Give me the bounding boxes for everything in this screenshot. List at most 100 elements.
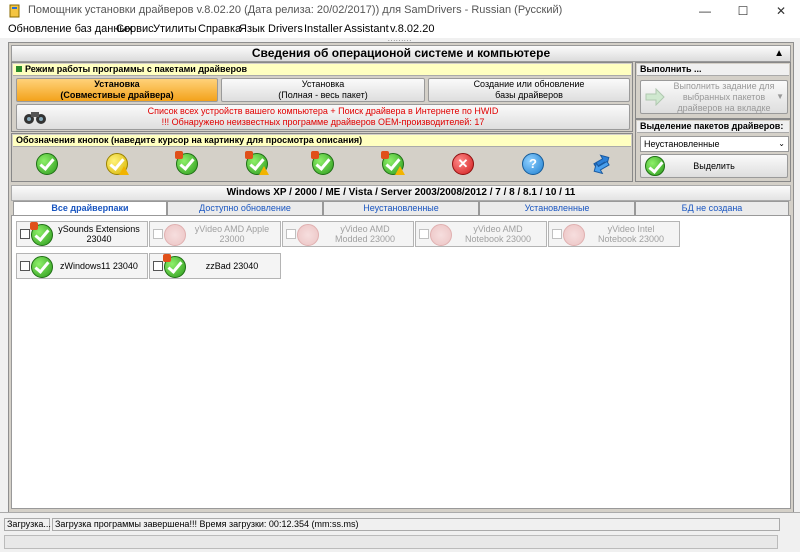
driver-checkbox[interactable] [552,229,562,239]
close-button[interactable]: ✕ [762,0,800,22]
select-packs-title: Выделение пакетов драйверов: [637,121,789,133]
new-badge-icon [30,222,38,230]
check-icon [645,156,665,176]
menu-bar: Обновление баз данных Сервис Утилиты Спр… [0,22,800,38]
driver-checkbox[interactable] [20,261,30,271]
select-button-label: Выделить [693,160,735,171]
execute-title: Выполнить ... [637,64,789,76]
driver-item[interactable]: zWindows11 23040 [16,253,148,279]
driverpacks-tabs: Windows XP / 2000 / ME / Vista / Server … [11,185,791,510]
os-header: Windows XP / 2000 / ME / Vista / Server … [11,185,791,201]
menu-language[interactable]: Язык [239,23,265,35]
execute-panel: Выполнить ... Выполнить задание для выбр… [635,62,791,119]
bullet-icon [16,66,22,72]
window-title: Помощник установки драйверов v.8.02.20 (… [28,4,563,16]
select-packs-panel: Выделение пакетов драйверов: Неустановле… [635,119,791,182]
new-badge-icon [245,151,253,159]
menu-drivers[interactable]: Drivers [268,23,303,35]
driver-checkbox[interactable] [153,229,163,239]
main-panel: Сведения об операционой системе и компью… [8,42,794,514]
driver-item[interactable]: yVideo Intel Notebook 23000 [548,221,680,247]
status-bar: Загрузка... Загрузка программы завершена… [0,512,800,552]
tab-all-driverpacks[interactable]: Все драйверпаки [13,201,167,216]
check-new-icon [163,254,186,278]
warning-icon [259,166,269,175]
error-icon [430,224,452,246]
driver-checkbox[interactable] [286,229,296,239]
horizontal-scrollbar[interactable] [4,535,778,549]
tab-content: ySounds Extensions 23040 yVideo AMD Appl… [11,215,791,509]
menu-help[interactable]: Справка [198,23,241,35]
arrow-right-icon [645,88,665,106]
app-window: Помощник установки драйверов v.8.02.20 (… [0,0,800,552]
legend-title: Обозначения кнопок (наведите курсор на к… [13,135,631,147]
system-info-title: Сведения об операционой системе и компью… [251,46,551,60]
select-packs-dropdown-value: Неустановленные [644,139,720,149]
legend-check-new-icon[interactable] [175,151,198,175]
driver-item[interactable]: yVideo AMD Notebook 23000 [415,221,547,247]
driver-label: yVideo Intel Notebook 23000 [597,224,665,244]
tab-not-installed[interactable]: Неустановленные [323,201,479,215]
mode-title-text: Режим работы программы с пакетами драйве… [25,64,247,74]
menu-utilities[interactable]: Утилиты [153,23,197,35]
driver-checkbox[interactable] [153,261,163,271]
error-icon [297,224,319,246]
tab-update-available[interactable]: Доступно обновление [167,201,323,215]
legend-panel: Обозначения кнопок (наведите курсор на к… [11,133,633,182]
status-left: Загрузка... [4,518,51,531]
warning-icon [395,166,405,175]
check-icon [31,256,53,278]
status-message: Загрузка программы завершена!!! Время за… [52,518,780,531]
legend-check-new-warning-icon-2[interactable] [381,151,405,175]
system-info-header[interactable]: Сведения об операционой системе и компью… [11,45,791,62]
mode-panel-title: Режим работы программы с пакетами драйве… [13,64,631,76]
collapse-arrow-icon[interactable]: ▲ [774,46,784,61]
driver-label: yVideo AMD Notebook 23000 [464,224,532,244]
execute-task-button[interactable]: Выполнить задание для выбранных пакетов … [640,80,788,114]
error-icon [563,224,585,246]
menu-assistant[interactable]: Assistant [344,23,389,35]
tab-installed[interactable]: Установленные [479,201,635,215]
driver-item[interactable]: yVideo AMD Apple 23000 [149,221,281,247]
new-badge-icon [175,151,183,159]
chevron-down-icon: ⌄ [778,139,785,148]
driver-checkbox[interactable] [20,229,30,239]
legend-check-new-warning-icon[interactable] [245,151,269,175]
driver-item[interactable]: yVideo AMD Modded 23000 [282,221,414,247]
menu-update-db[interactable]: Обновление баз данных [8,23,133,35]
binoculars-icon [24,112,46,124]
chevron-down-icon: ▼ [776,92,784,101]
legend-check-warning-icon[interactable] [106,153,129,175]
legend-check-icon[interactable] [36,153,58,175]
menu-version[interactable]: v.8.02.20 [390,23,434,35]
check-new-icon [30,222,53,246]
app-icon [9,4,20,18]
legend-refresh-icon[interactable] [590,152,612,174]
warning-icon [119,166,129,175]
driver-checkbox[interactable] [419,229,429,239]
new-badge-icon [311,151,319,159]
driver-item[interactable]: zzBad 23040 [149,253,281,279]
driver-item[interactable]: ySounds Extensions 23040 [16,221,148,247]
select-packs-dropdown[interactable]: Неустановленные ⌄ [640,136,789,152]
tab-db-not-created[interactable]: БД не создана [635,201,789,215]
device-list-line1: Список всех устройств вашего компьютера … [147,106,499,116]
error-icon [164,224,186,246]
minimize-button[interactable]: — [686,0,724,22]
mode-install-compatible-button[interactable]: Установка (Совместивые драйвера) [16,78,218,102]
legend-help-icon[interactable]: ? [522,153,544,175]
device-list-line2: !!! Обнаружено неизвестных программе дра… [161,117,485,127]
menu-service[interactable]: Сервис [116,23,154,35]
title-bar: Помощник установки драйверов v.8.02.20 (… [0,0,800,22]
mode-panel: Режим работы программы с пакетами драйве… [11,62,633,132]
mode-create-db-button[interactable]: Создание или обновление базы драйверов [428,78,630,102]
menu-installer[interactable]: Installer [304,23,343,35]
driver-label: yVideo AMD Apple 23000 [194,224,270,244]
new-badge-icon [381,151,389,159]
select-button[interactable]: Выделить [640,154,788,178]
legend-error-icon[interactable]: ✕ [452,153,474,175]
maximize-button[interactable]: ☐ [724,0,762,22]
legend-check-new-icon-2[interactable] [311,151,334,175]
mode-install-full-button[interactable]: Установка (Полная - весь пакет) [221,78,425,102]
device-list-button[interactable]: Список всех устройств вашего компьютера … [16,104,630,130]
